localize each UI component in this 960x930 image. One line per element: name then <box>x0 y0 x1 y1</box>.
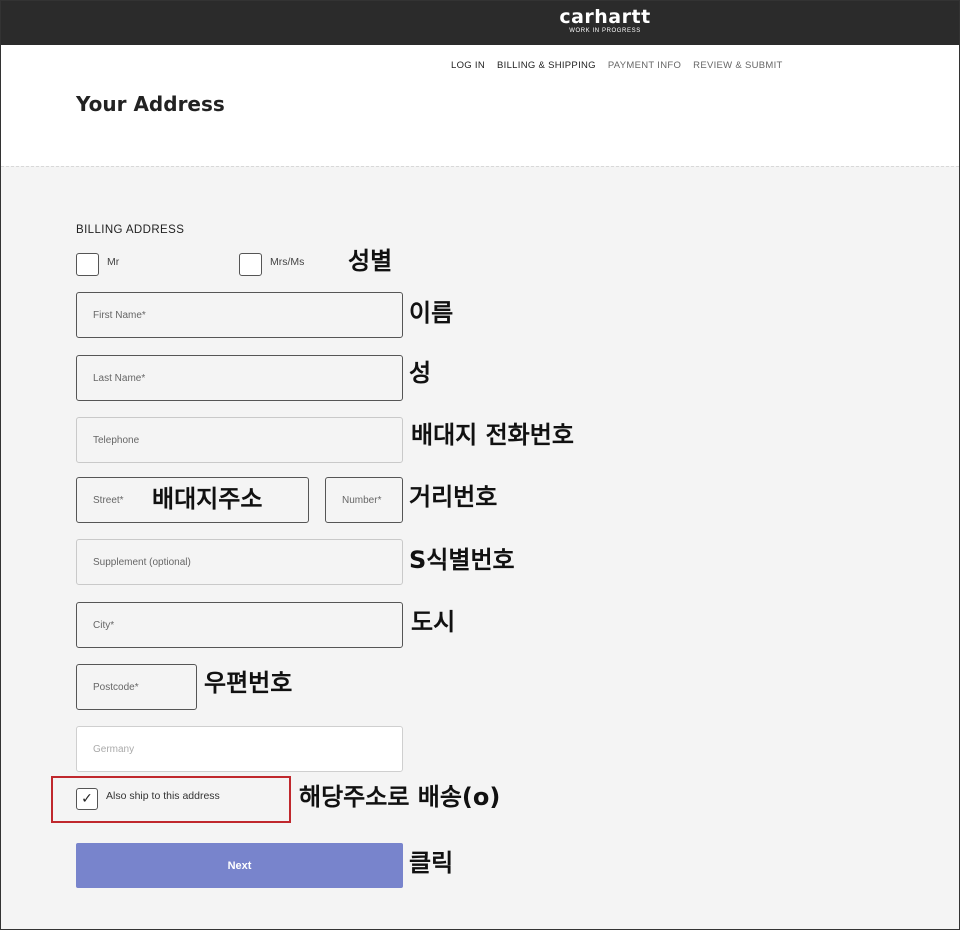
logo-wordmark: carhartt <box>559 6 651 28</box>
city-placeholder: City* <box>93 619 115 631</box>
annotation-click: 클릭 <box>409 849 454 877</box>
annotation-ship: 해당주소로 배송(o) <box>299 783 501 811</box>
supplement-field[interactable]: Supplement (optional) <box>76 539 403 585</box>
next-button[interactable]: Next <box>76 843 403 888</box>
checkout-steps: LOG IN BILLING & SHIPPING PAYMENT INFO R… <box>451 60 783 71</box>
country-value: Germany <box>93 743 135 755</box>
city-field[interactable]: City* <box>76 602 403 648</box>
street-placeholder: Street* <box>93 494 124 506</box>
annotation-first-name: 이름 <box>409 299 454 327</box>
supplement-placeholder: Supplement (optional) <box>93 556 191 568</box>
postcode-field[interactable]: Postcode* <box>76 664 197 710</box>
step-review-submit: REVIEW & SUBMIT <box>693 60 783 71</box>
postcode-placeholder: Postcode* <box>93 681 139 693</box>
salutation-mrs-label: Mrs/Ms <box>270 256 305 268</box>
house-number-field[interactable]: Number* <box>325 477 403 523</box>
last-name-placeholder: Last Name* <box>93 372 146 384</box>
logo-tagline: WORK IN PROGRESS <box>569 28 641 34</box>
first-name-placeholder: First Name* <box>93 309 146 321</box>
annotation-number: 거리번호 <box>409 483 498 511</box>
step-log-in[interactable]: LOG IN <box>451 60 485 71</box>
annotation-postcode: 우편번호 <box>204 669 293 697</box>
step-payment-info: PAYMENT INFO <box>607 60 682 71</box>
annotation-gender: 성별 <box>348 247 393 275</box>
step-billing-shipping[interactable]: BILLING & SHIPPING <box>497 60 596 71</box>
carhartt-logo[interactable]: carhartt WORK IN PROGRESS <box>520 7 690 35</box>
annotation-telephone: 배대지 전화번호 <box>411 421 574 449</box>
salutation-mrs-radio[interactable] <box>239 253 262 276</box>
annotation-street: 배대지주소 <box>152 485 263 513</box>
country-field[interactable]: Germany <box>76 726 403 772</box>
annotation-last-name: 성 <box>409 359 432 387</box>
house-number-placeholder: Number* <box>342 494 382 506</box>
last-name-field[interactable]: Last Name* <box>76 355 403 401</box>
billing-address-heading: BILLING ADDRESS <box>76 224 185 236</box>
checkmark-icon: ✓ <box>81 791 93 807</box>
telephone-field[interactable]: Telephone <box>76 417 403 463</box>
first-name-field[interactable]: First Name* <box>76 292 403 338</box>
annotation-supplement: S식별번호 <box>409 546 515 574</box>
annotation-city: 도시 <box>411 608 456 636</box>
page-title: Your Address <box>76 92 225 116</box>
salutation-mr-radio[interactable] <box>76 253 99 276</box>
also-ship-label[interactable]: Also ship to this address <box>106 790 220 802</box>
salutation-mr-label: Mr <box>107 256 120 268</box>
also-ship-checkbox[interactable]: ✓ <box>76 788 98 810</box>
telephone-placeholder: Telephone <box>93 434 140 446</box>
top-header-bar: carhartt WORK IN PROGRESS <box>0 0 960 45</box>
